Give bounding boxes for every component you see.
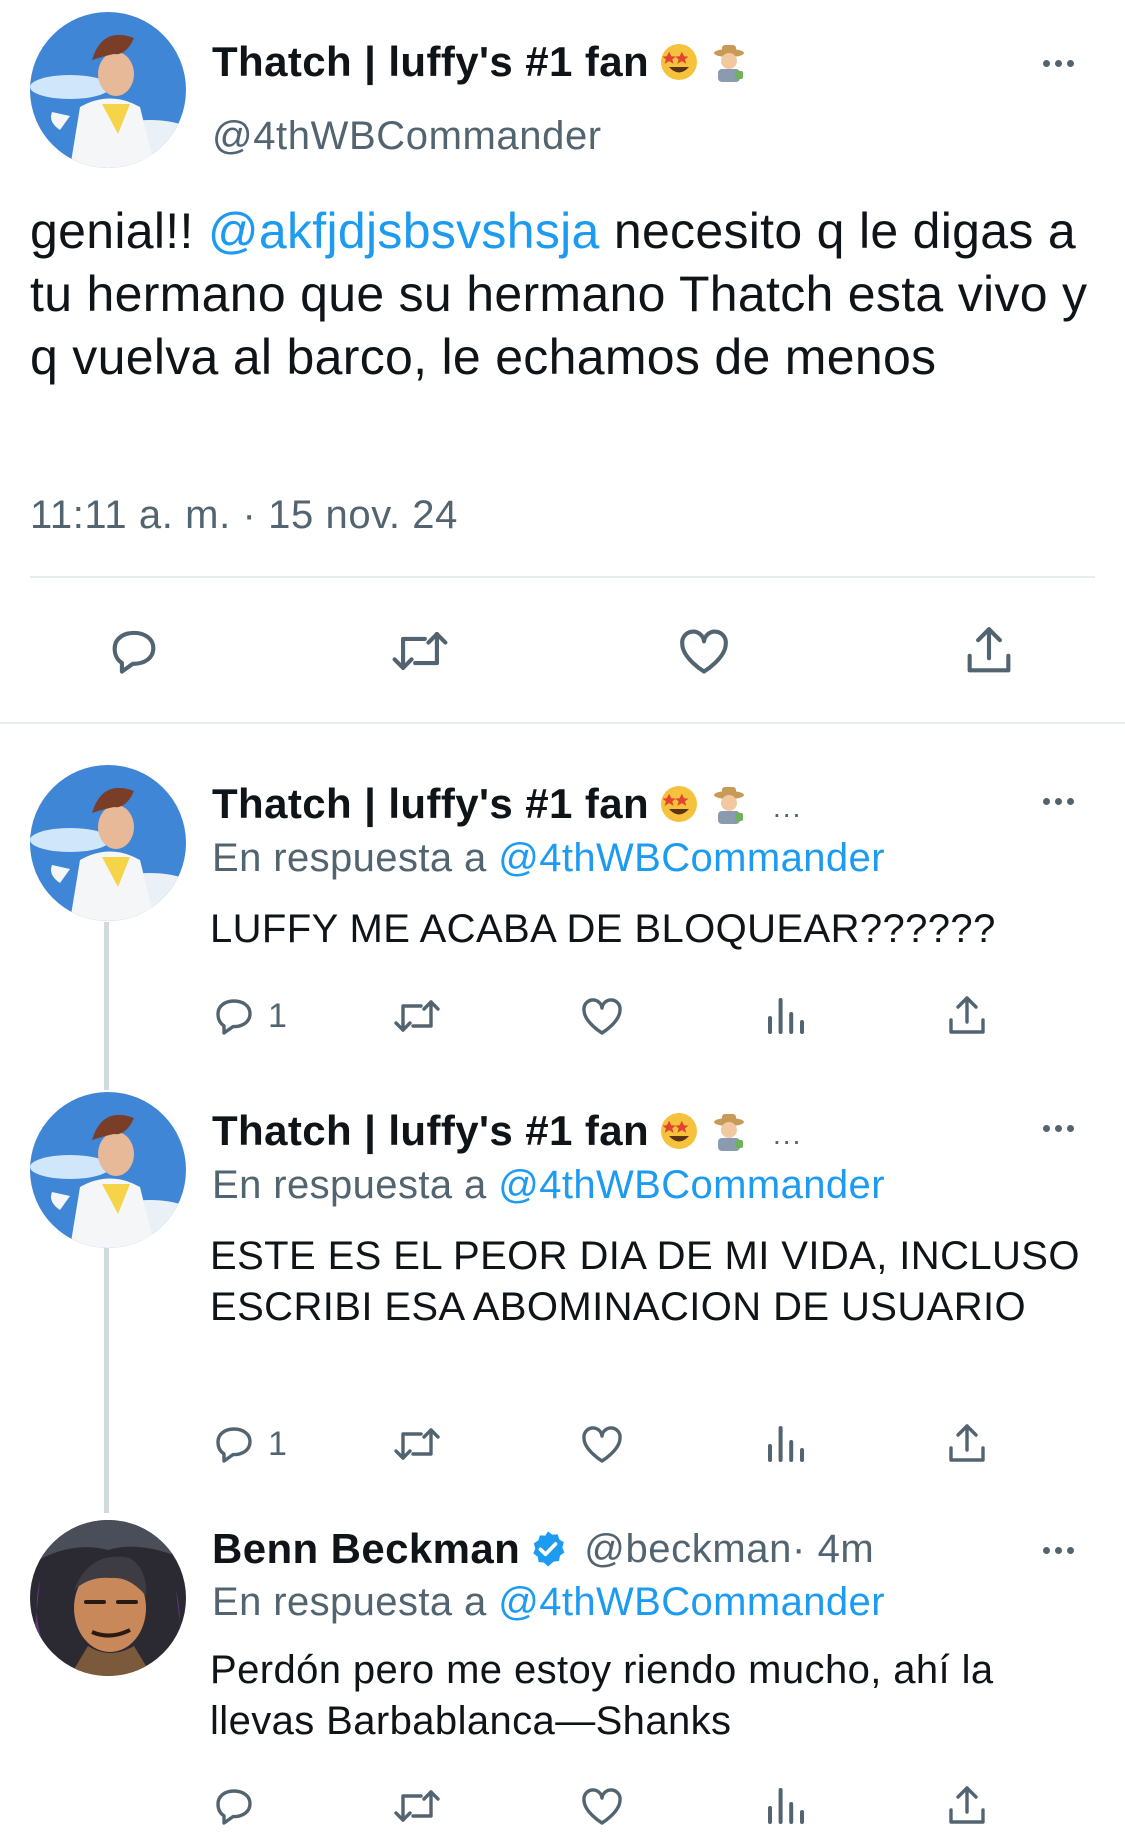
heart-icon bbox=[582, 998, 622, 1035]
retweet-button[interactable] bbox=[390, 1782, 444, 1830]
share-icon bbox=[949, 1424, 985, 1462]
author-handle[interactable]: @4thWBCommander bbox=[212, 114, 602, 159]
author-display-name[interactable]: Benn Beckman bbox=[212, 1525, 520, 1573]
share-button[interactable] bbox=[943, 1782, 991, 1830]
reply-to-line: En respuesta a @4thWBCommander bbox=[212, 1163, 885, 1208]
author-display-name[interactable]: Thatch | luffy's #1 fan bbox=[212, 780, 649, 828]
heart-icon bbox=[680, 629, 728, 674]
heart-icon bbox=[582, 1426, 622, 1463]
author-display-name[interactable]: Thatch | luffy's #1 fan bbox=[212, 38, 649, 86]
reply-text: Perdón pero me estoy riendo mucho, ahí l… bbox=[210, 1648, 994, 1743]
avatar-benn-beckman[interactable] bbox=[30, 1520, 186, 1676]
retweet-button[interactable] bbox=[390, 1420, 444, 1468]
reply-icon bbox=[216, 999, 252, 1035]
share-icon bbox=[949, 996, 985, 1034]
retweet-button[interactable] bbox=[388, 622, 452, 680]
reply-count: 1 bbox=[268, 996, 287, 1035]
star-struck-emoji-icon bbox=[659, 42, 699, 82]
divider bbox=[30, 576, 1095, 578]
views-icon bbox=[768, 1788, 804, 1824]
reply-to-label: En respuesta a bbox=[212, 1580, 499, 1624]
reply-to-label: En respuesta a bbox=[212, 836, 499, 880]
views-button[interactable] bbox=[762, 1782, 810, 1830]
reply-count: 1 bbox=[268, 1424, 287, 1463]
reply-button[interactable] bbox=[210, 1782, 258, 1830]
reply-author-row: Thatch | luffy's #1 fan ... bbox=[212, 780, 802, 828]
star-struck-emoji-icon bbox=[659, 1111, 699, 1151]
post-time[interactable]: · 4m bbox=[792, 1527, 874, 1572]
reply-button[interactable]: 1 bbox=[210, 992, 287, 1040]
reply-icon bbox=[112, 630, 156, 674]
reply-to-line: En respuesta a @4thWBCommander bbox=[212, 1580, 885, 1625]
retweet-button[interactable] bbox=[390, 992, 444, 1040]
farmer-emoji-icon bbox=[709, 42, 749, 82]
reply-icon bbox=[216, 1427, 252, 1463]
views-icon bbox=[768, 1426, 804, 1462]
more-options-icon[interactable] bbox=[1043, 60, 1074, 67]
author-handle[interactable]: @beckman bbox=[584, 1527, 792, 1572]
share-button[interactable] bbox=[960, 622, 1018, 680]
thread-connector-line bbox=[104, 922, 109, 1090]
reply-icon bbox=[216, 1789, 252, 1825]
star-struck-emoji-icon bbox=[659, 784, 699, 824]
avatar-thatch[interactable] bbox=[30, 12, 186, 168]
reply-text: ESTE ES EL PEOR DIA DE MI VIDA, INCLUSO … bbox=[210, 1234, 1080, 1329]
like-button[interactable] bbox=[578, 1782, 626, 1830]
main-tweet-text: genial!! @akfjdjsbsvshsja necesito q le … bbox=[30, 200, 1090, 389]
like-button[interactable] bbox=[578, 1420, 626, 1468]
retweet-icon bbox=[392, 632, 448, 670]
farmer-emoji-icon bbox=[709, 784, 749, 824]
retweet-icon bbox=[394, 1790, 440, 1822]
reply-to-mention-link[interactable]: @4thWBCommander bbox=[498, 1580, 885, 1624]
author-display-name[interactable]: Thatch | luffy's #1 fan bbox=[212, 1107, 649, 1155]
heart-icon bbox=[582, 1788, 622, 1825]
reply-to-line: En respuesta a @4thWBCommander bbox=[212, 836, 885, 881]
farmer-emoji-icon bbox=[709, 1111, 749, 1151]
truncation-dots: ... bbox=[773, 1119, 803, 1150]
section-divider bbox=[0, 722, 1125, 724]
reply-to-label: En respuesta a bbox=[212, 1163, 499, 1207]
retweet-icon bbox=[394, 1000, 440, 1032]
tweet-text-start: genial!! bbox=[30, 203, 208, 259]
like-button[interactable] bbox=[675, 622, 733, 680]
mentioned-user-link[interactable]: @akfjdjsbsvshsja bbox=[208, 203, 600, 259]
thread-connector-line bbox=[104, 1248, 109, 1513]
retweet-icon bbox=[394, 1428, 440, 1460]
share-button[interactable] bbox=[943, 1420, 991, 1468]
reply-to-mention-link[interactable]: @4thWBCommander bbox=[498, 1163, 885, 1207]
views-button[interactable] bbox=[762, 1420, 810, 1468]
share-icon bbox=[949, 1786, 985, 1824]
reply-button[interactable]: 1 bbox=[210, 1420, 287, 1468]
views-button[interactable] bbox=[762, 992, 810, 1040]
reply-button[interactable] bbox=[105, 622, 163, 680]
main-author-row: Thatch | luffy's #1 fan bbox=[212, 38, 749, 86]
views-icon bbox=[768, 998, 804, 1034]
more-options-icon[interactable] bbox=[1043, 1125, 1074, 1132]
share-icon bbox=[967, 627, 1011, 673]
avatar-thatch[interactable] bbox=[30, 765, 186, 921]
share-button[interactable] bbox=[943, 992, 991, 1040]
more-options-icon[interactable] bbox=[1043, 798, 1074, 805]
verified-badge-icon bbox=[528, 1529, 568, 1569]
more-options-icon[interactable] bbox=[1043, 1547, 1074, 1554]
reply-author-row: Benn Beckman @beckman · 4m bbox=[212, 1525, 874, 1573]
like-button[interactable] bbox=[578, 992, 626, 1040]
reply-author-row: Thatch | luffy's #1 fan ... bbox=[212, 1107, 802, 1155]
reply-to-mention-link[interactable]: @4thWBCommander bbox=[498, 836, 885, 880]
tweet-timestamp[interactable]: 11:11 a. m. · 15 nov. 24 bbox=[30, 493, 458, 538]
truncation-dots: ... bbox=[773, 792, 803, 823]
reply-text: LUFFY ME ACABA DE BLOQUEAR?????? bbox=[210, 907, 996, 951]
avatar-thatch[interactable] bbox=[30, 1092, 186, 1248]
